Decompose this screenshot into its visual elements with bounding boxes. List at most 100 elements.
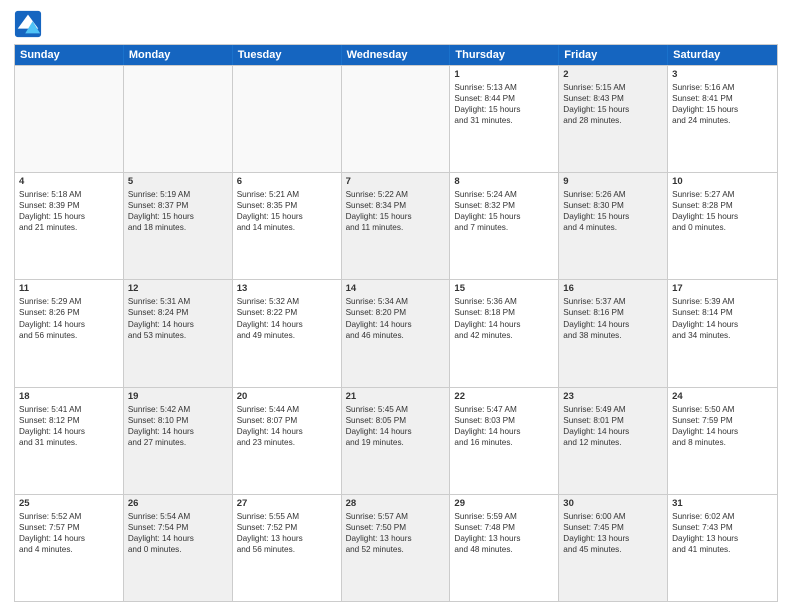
- calendar-body: 1 Sunrise: 5:13 AM Sunset: 8:44 PM Dayli…: [15, 65, 777, 601]
- daylight-text2: and 48 minutes.: [454, 544, 554, 555]
- daylight-text2: and 31 minutes.: [19, 437, 119, 448]
- sunset-text: Sunset: 8:30 PM: [563, 200, 663, 211]
- daylight-text: Daylight: 14 hours: [563, 426, 663, 437]
- daylight-text: Daylight: 14 hours: [454, 319, 554, 330]
- day-number: 23: [563, 391, 663, 402]
- daylight-text: Daylight: 14 hours: [454, 426, 554, 437]
- calendar-cell-15: 15 Sunrise: 5:36 AM Sunset: 8:18 PM Dayl…: [450, 280, 559, 386]
- sunset-text: Sunset: 7:52 PM: [237, 522, 337, 533]
- sunrise-text: Sunrise: 5:24 AM: [454, 189, 554, 200]
- daylight-text2: and 34 minutes.: [672, 330, 773, 341]
- daylight-text2: and 14 minutes.: [237, 222, 337, 233]
- sunrise-text: Sunrise: 5:29 AM: [19, 296, 119, 307]
- calendar-cell-5: 5 Sunrise: 5:19 AM Sunset: 8:37 PM Dayli…: [124, 173, 233, 279]
- daylight-text: Daylight: 14 hours: [346, 426, 446, 437]
- sunset-text: Sunset: 8:14 PM: [672, 307, 773, 318]
- calendar-cell-21: 21 Sunrise: 5:45 AM Sunset: 8:05 PM Dayl…: [342, 388, 451, 494]
- day-number: 12: [128, 283, 228, 294]
- daylight-text2: and 4 minutes.: [563, 222, 663, 233]
- sunset-text: Sunset: 8:39 PM: [19, 200, 119, 211]
- daylight-text: Daylight: 14 hours: [237, 426, 337, 437]
- daylight-text2: and 38 minutes.: [563, 330, 663, 341]
- sunset-text: Sunset: 8:35 PM: [237, 200, 337, 211]
- calendar-cell-13: 13 Sunrise: 5:32 AM Sunset: 8:22 PM Dayl…: [233, 280, 342, 386]
- day-number: 29: [454, 498, 554, 509]
- daylight-text2: and 12 minutes.: [563, 437, 663, 448]
- sunset-text: Sunset: 8:16 PM: [563, 307, 663, 318]
- day-number: 7: [346, 176, 446, 187]
- logo: [14, 10, 46, 38]
- sunrise-text: Sunrise: 5:32 AM: [237, 296, 337, 307]
- calendar-row-3: 11 Sunrise: 5:29 AM Sunset: 8:26 PM Dayl…: [15, 279, 777, 386]
- day-number: 22: [454, 391, 554, 402]
- daylight-text: Daylight: 14 hours: [563, 319, 663, 330]
- sunrise-text: Sunrise: 5:21 AM: [237, 189, 337, 200]
- calendar-cell-30: 30 Sunrise: 6:00 AM Sunset: 7:45 PM Dayl…: [559, 495, 668, 601]
- day-number: 31: [672, 498, 773, 509]
- day-number: 1: [454, 69, 554, 80]
- sunrise-text: Sunrise: 5:16 AM: [672, 82, 773, 93]
- sunset-text: Sunset: 8:22 PM: [237, 307, 337, 318]
- header-day-sunday: Sunday: [15, 45, 124, 65]
- calendar-cell-29: 29 Sunrise: 5:59 AM Sunset: 7:48 PM Dayl…: [450, 495, 559, 601]
- daylight-text: Daylight: 13 hours: [672, 533, 773, 544]
- day-number: 28: [346, 498, 446, 509]
- sunset-text: Sunset: 8:05 PM: [346, 415, 446, 426]
- daylight-text2: and 42 minutes.: [454, 330, 554, 341]
- sunrise-text: Sunrise: 5:49 AM: [563, 404, 663, 415]
- daylight-text2: and 23 minutes.: [237, 437, 337, 448]
- day-number: 8: [454, 176, 554, 187]
- sunrise-text: Sunrise: 5:15 AM: [563, 82, 663, 93]
- sunrise-text: Sunrise: 5:45 AM: [346, 404, 446, 415]
- sunset-text: Sunset: 8:18 PM: [454, 307, 554, 318]
- daylight-text2: and 56 minutes.: [19, 330, 119, 341]
- daylight-text: Daylight: 15 hours: [237, 211, 337, 222]
- daylight-text: Daylight: 15 hours: [346, 211, 446, 222]
- sunrise-text: Sunrise: 5:36 AM: [454, 296, 554, 307]
- daylight-text: Daylight: 15 hours: [454, 104, 554, 115]
- daylight-text2: and 11 minutes.: [346, 222, 446, 233]
- header-day-monday: Monday: [124, 45, 233, 65]
- calendar-cell-1: 1 Sunrise: 5:13 AM Sunset: 8:44 PM Dayli…: [450, 66, 559, 172]
- daylight-text: Daylight: 13 hours: [346, 533, 446, 544]
- sunset-text: Sunset: 7:43 PM: [672, 522, 773, 533]
- daylight-text2: and 56 minutes.: [237, 544, 337, 555]
- sunset-text: Sunset: 7:59 PM: [672, 415, 773, 426]
- daylight-text2: and 21 minutes.: [19, 222, 119, 233]
- daylight-text2: and 8 minutes.: [672, 437, 773, 448]
- daylight-text2: and 28 minutes.: [563, 115, 663, 126]
- day-number: 15: [454, 283, 554, 294]
- day-number: 24: [672, 391, 773, 402]
- daylight-text: Daylight: 14 hours: [128, 319, 228, 330]
- calendar-cell-27: 27 Sunrise: 5:55 AM Sunset: 7:52 PM Dayl…: [233, 495, 342, 601]
- day-number: 4: [19, 176, 119, 187]
- calendar-cell-empty-0-0: [15, 66, 124, 172]
- daylight-text: Daylight: 13 hours: [563, 533, 663, 544]
- day-number: 25: [19, 498, 119, 509]
- day-number: 2: [563, 69, 663, 80]
- daylight-text: Daylight: 14 hours: [237, 319, 337, 330]
- day-number: 6: [237, 176, 337, 187]
- daylight-text: Daylight: 15 hours: [563, 211, 663, 222]
- daylight-text: Daylight: 15 hours: [19, 211, 119, 222]
- sunrise-text: Sunrise: 5:39 AM: [672, 296, 773, 307]
- calendar-cell-23: 23 Sunrise: 5:49 AM Sunset: 8:01 PM Dayl…: [559, 388, 668, 494]
- sunrise-text: Sunrise: 5:27 AM: [672, 189, 773, 200]
- sunrise-text: Sunrise: 5:50 AM: [672, 404, 773, 415]
- daylight-text2: and 24 minutes.: [672, 115, 773, 126]
- daylight-text: Daylight: 14 hours: [128, 426, 228, 437]
- day-number: 11: [19, 283, 119, 294]
- sunrise-text: Sunrise: 5:59 AM: [454, 511, 554, 522]
- day-number: 18: [19, 391, 119, 402]
- sunset-text: Sunset: 8:10 PM: [128, 415, 228, 426]
- sunrise-text: Sunrise: 5:42 AM: [128, 404, 228, 415]
- day-number: 9: [563, 176, 663, 187]
- calendar-cell-7: 7 Sunrise: 5:22 AM Sunset: 8:34 PM Dayli…: [342, 173, 451, 279]
- sunset-text: Sunset: 8:26 PM: [19, 307, 119, 318]
- sunset-text: Sunset: 8:12 PM: [19, 415, 119, 426]
- daylight-text: Daylight: 14 hours: [346, 319, 446, 330]
- daylight-text: Daylight: 14 hours: [672, 319, 773, 330]
- daylight-text: Daylight: 15 hours: [563, 104, 663, 115]
- sunset-text: Sunset: 8:01 PM: [563, 415, 663, 426]
- sunrise-text: Sunrise: 5:47 AM: [454, 404, 554, 415]
